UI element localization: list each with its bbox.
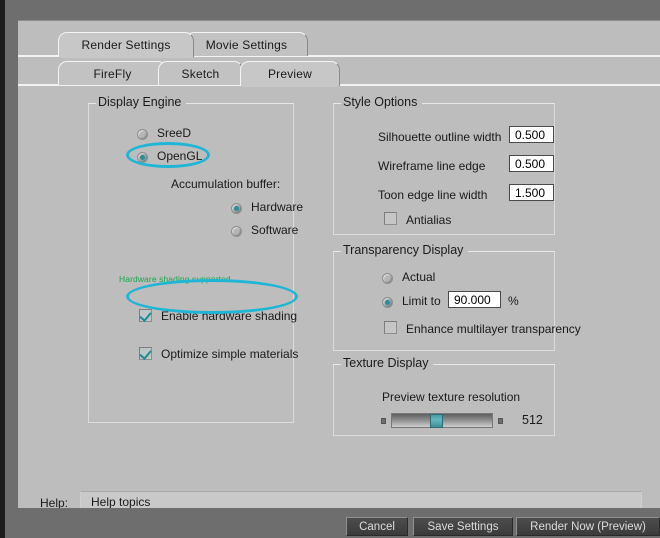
preview-settings-content: Display Engine SreeD OpenGL Accumulation… — [18, 86, 660, 486]
radio-sreed[interactable] — [137, 129, 148, 140]
checkbox-enable-hardware-shading[interactable] — [139, 309, 152, 322]
texture-display-group: Texture Display Preview texture resoluti… — [333, 356, 555, 436]
preview-texture-resolution-value: 512 — [522, 413, 543, 427]
silhouette-outline-width-label: Silhouette outline width — [378, 130, 502, 144]
toon-edge-line-width-input[interactable]: 1.500 — [509, 184, 554, 201]
style-options-legend: Style Options — [341, 95, 423, 109]
checkbox-antialias-label: Antialias — [406, 213, 452, 227]
silhouette-outline-width-input[interactable]: 0.500 — [509, 126, 554, 143]
radio-opengl[interactable] — [137, 152, 148, 163]
checkbox-enhance-multilayer-transparency-label: Enhance multilayer transparency — [406, 322, 581, 336]
tab-preview[interactable]: Preview — [240, 61, 340, 87]
tab-firefly-label: FireFly — [93, 66, 132, 81]
radio-opengl-label: OpenGL — [157, 149, 203, 163]
slider-thumb[interactable] — [430, 414, 443, 428]
slider-min-marker — [381, 418, 386, 424]
wireframe-line-edge-input[interactable]: 0.500 — [509, 155, 554, 172]
tab-sketch[interactable]: Sketch — [158, 61, 243, 85]
radio-transparency-actual-label: Actual — [402, 270, 436, 284]
tab-sketch-label: Sketch — [181, 66, 220, 81]
transparency-limit-unit: % — [508, 294, 519, 308]
checkbox-enhance-multilayer-transparency[interactable] — [384, 321, 397, 334]
tab-movie-settings[interactable]: Movie Settings — [185, 32, 308, 56]
dialog-footer: Cancel Save Settings Render Now (Preview… — [5, 508, 660, 538]
tab-movie-settings-label: Movie Settings — [205, 37, 288, 52]
toon-edge-line-width-label: Toon edge line width — [378, 188, 488, 202]
transparency-display-group: Transparency Display Actual Limit to 90.… — [333, 243, 581, 351]
preview-texture-resolution-slider[interactable] — [381, 412, 511, 430]
window-top-band — [5, 0, 660, 20]
window-left-rail — [0, 0, 5, 538]
radio-accumulation-software[interactable] — [231, 226, 242, 237]
cancel-button[interactable]: Cancel — [346, 517, 408, 536]
radio-accumulation-hardware[interactable] — [231, 203, 242, 214]
render-settings-dialog: Render Settings Movie Settings FireFly S… — [18, 20, 660, 512]
display-engine-group: Display Engine SreeD OpenGL Accumulation… — [88, 95, 303, 423]
checkbox-optimize-simple-materials-label: Optimize simple materials — [161, 347, 299, 361]
style-options-group: Style Options Silhouette outline width 0… — [333, 95, 555, 235]
primary-tab-row: Render Settings Movie Settings — [18, 32, 660, 58]
radio-sreed-label: SreeD — [157, 126, 192, 140]
preview-texture-resolution-label: Preview texture resolution — [382, 390, 521, 404]
radio-transparency-actual[interactable] — [382, 273, 393, 284]
accumulation-buffer-label: Accumulation buffer: — [171, 177, 281, 191]
render-now-button[interactable]: Render Now (Preview) — [516, 517, 660, 536]
poser-render-settings-window: Render Settings Movie Settings FireFly S… — [0, 0, 660, 538]
checkbox-enable-hardware-shading-label: Enable hardware shading — [161, 309, 298, 323]
transparency-limit-input[interactable]: 90.000 — [448, 291, 501, 308]
radio-accumulation-hardware-label: Hardware — [251, 200, 304, 214]
wireframe-line-edge-label: Wireframe line edge — [378, 159, 486, 173]
save-settings-button[interactable]: Save Settings — [413, 517, 513, 536]
tab-render-settings[interactable]: Render Settings — [58, 32, 194, 58]
radio-accumulation-software-label: Software — [251, 223, 299, 237]
display-engine-legend: Display Engine — [96, 95, 187, 109]
checkbox-optimize-simple-materials[interactable] — [139, 347, 152, 360]
transparency-display-legend: Transparency Display — [341, 243, 469, 257]
texture-display-legend: Texture Display — [341, 356, 434, 370]
checkbox-antialias[interactable] — [384, 212, 397, 225]
slider-max-marker — [498, 418, 503, 424]
radio-transparency-limit[interactable] — [382, 297, 393, 308]
tab-firefly[interactable]: FireFly — [58, 61, 167, 85]
tab-render-settings-label: Render Settings — [81, 38, 171, 52]
tab-preview-label: Preview — [267, 67, 313, 81]
secondary-tab-row: FireFly Sketch Preview — [18, 61, 660, 87]
radio-transparency-limit-label: Limit to — [402, 294, 441, 308]
hardware-shading-supported-note: Hardware shading supported — [119, 274, 231, 284]
